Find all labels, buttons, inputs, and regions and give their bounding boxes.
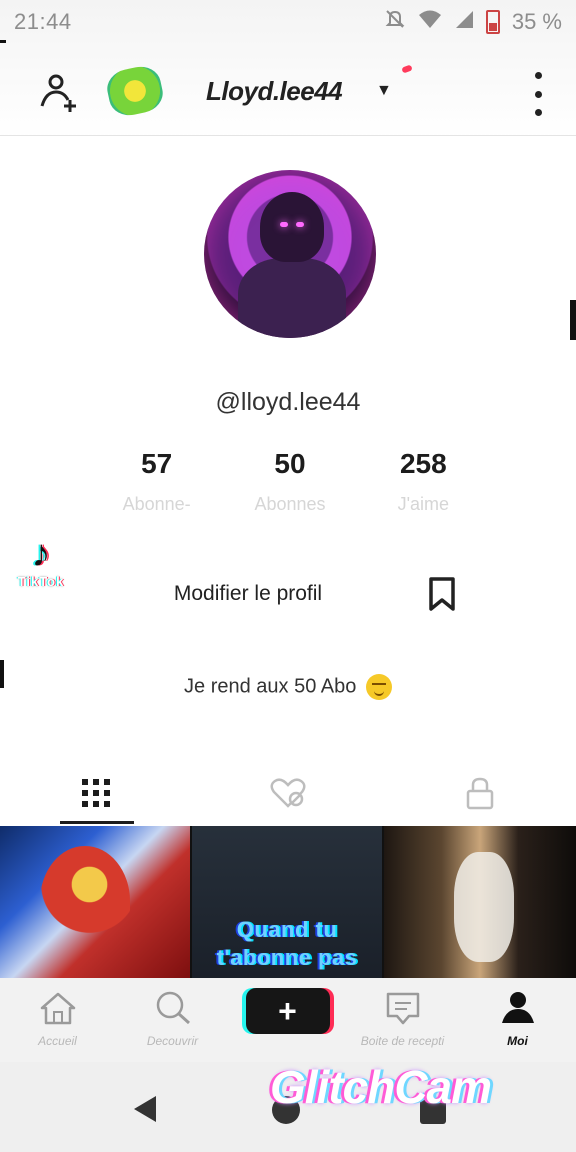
plus-icon: + <box>278 993 297 1029</box>
wifi-icon <box>418 9 442 35</box>
back-button[interactable] <box>134 1096 156 1122</box>
inbox-icon <box>383 988 423 1028</box>
home-icon <box>38 988 78 1028</box>
battery-icon <box>485 10 500 34</box>
nav-inbox-label: Boite de recepti <box>360 1034 445 1048</box>
avatar-figure-body <box>238 258 346 338</box>
profile-handle: @lloyd.lee44 <box>215 388 361 416</box>
video-thumbnail[interactable]: Quand tu t'abonne pas <box>192 826 384 978</box>
avatar-eye <box>280 222 288 227</box>
add-user-button[interactable] <box>36 70 80 114</box>
active-tab-indicator <box>60 821 134 824</box>
profile-bio: Je rend aux 50 Abo <box>0 674 576 700</box>
nav-profile-label: Moi <box>507 1034 528 1048</box>
smirk-emoji-icon <box>365 674 392 700</box>
nav-discover-label: Decouvrir <box>146 1034 199 1048</box>
chevron-down-icon[interactable]: ▼ <box>376 82 392 100</box>
video-caption: t'abonne pas <box>216 945 358 970</box>
more-dot <box>534 109 542 116</box>
nav-profile[interactable]: Moi <box>460 988 575 1048</box>
status-time: 21:44 <box>14 9 72 34</box>
more-options-button[interactable] <box>530 72 546 116</box>
account-switcher[interactable]: Lloyd.lee44 <box>206 76 343 107</box>
glitchcam-watermark: GlitchCam <box>270 1061 492 1113</box>
following-count: 57 <box>141 448 173 479</box>
glitch-mark <box>570 300 576 340</box>
video-caption: Quand tu <box>236 917 338 942</box>
add-user-icon <box>40 74 76 112</box>
signal-icon <box>454 9 474 35</box>
likes-count: 258 <box>399 448 447 479</box>
following-label: Abonne- <box>122 494 191 514</box>
lock-icon <box>466 777 494 810</box>
profile-icon <box>498 988 538 1028</box>
content-tabs <box>0 760 576 826</box>
nav-create[interactable]: + <box>230 988 345 1034</box>
nav-inbox[interactable]: Boite de recepti <box>345 988 460 1048</box>
battery-level: 35 % <box>511 9 562 34</box>
more-dot <box>534 72 542 79</box>
favorites-button[interactable] <box>420 572 464 616</box>
mute-icon <box>384 8 406 36</box>
nav-home-label: Accueil <box>38 1034 77 1048</box>
followers-label: Abonnes <box>254 494 326 514</box>
tab-videos[interactable] <box>0 760 192 826</box>
bio-text: Je rend aux 50 Abo <box>184 675 357 698</box>
profile-emblem-icon <box>103 62 167 120</box>
likes-stat[interactable]: 258 J'aime <box>357 448 490 515</box>
video-thumbnail[interactable] <box>0 826 192 978</box>
more-dot <box>534 90 542 98</box>
bookmark-icon <box>429 577 455 611</box>
search-icon <box>153 988 193 1028</box>
edit-profile-button[interactable]: Modifier le profil <box>132 566 364 622</box>
bottom-nav: Accueil Decouvrir + Boite de recepti Moi <box>0 978 576 1062</box>
tab-private[interactable] <box>384 760 576 826</box>
followers-stat[interactable]: 50 Abonnes <box>223 448 356 515</box>
profile-screen: 21:44 35 % Lloyd.lee44 ▼ @lloyd.lee44 57… <box>0 0 576 1152</box>
likes-label: J'aime <box>397 494 450 514</box>
nav-discover[interactable]: Decouvrir <box>115 988 230 1048</box>
following-stat[interactable]: 57 Abonne- <box>90 448 223 515</box>
nav-home[interactable]: Accueil <box>0 988 115 1048</box>
create-video-button[interactable]: + <box>245 988 330 1034</box>
status-icons: 35 % <box>384 8 562 36</box>
hidden-heart-icon <box>270 778 306 808</box>
profile-stats: 57 Abonne- 50 Abonnes 258 J'aime <box>90 448 490 515</box>
top-nav: Lloyd.lee44 ▼ <box>0 52 576 136</box>
video-thumbnail[interactable] <box>384 826 576 978</box>
profile-actions: Modifier le profil <box>0 566 576 622</box>
avatar-eye <box>296 222 304 227</box>
profile-avatar[interactable] <box>204 170 376 338</box>
followers-count: 50 <box>274 448 306 479</box>
video-grid: Quand tu t'abonne pas <box>0 826 576 978</box>
tab-liked[interactable] <box>192 760 384 826</box>
status-bar: 21:44 35 % <box>0 0 576 44</box>
avatar-figure-hood <box>260 192 324 262</box>
grid-icon <box>82 779 110 807</box>
notification-dot <box>401 64 413 74</box>
